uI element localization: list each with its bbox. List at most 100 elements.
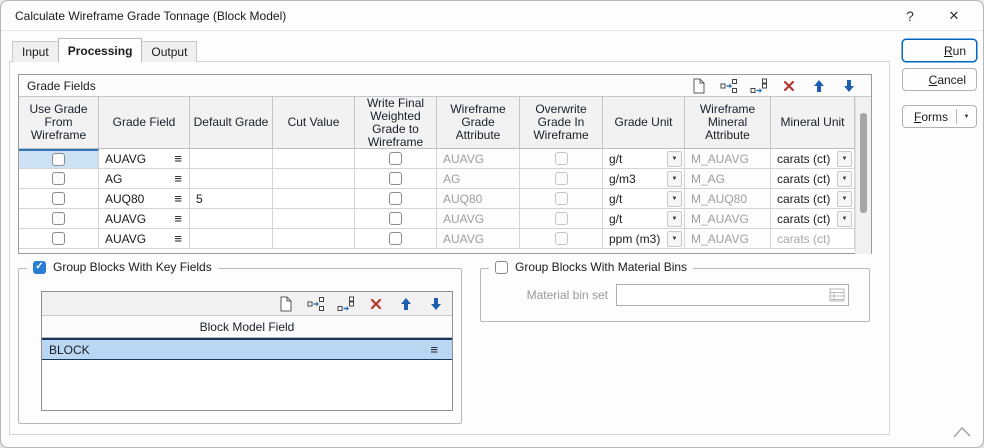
help-icon[interactable]: ? — [895, 5, 925, 27]
move-down-icon[interactable] — [840, 78, 857, 94]
grade-field-cell[interactable]: AUQ80 ≡ — [99, 189, 190, 209]
write-final-checkbox[interactable] — [389, 192, 402, 205]
write-final-weighted-grade-cell[interactable] — [355, 229, 437, 249]
write-final-weighted-grade-cell[interactable] — [355, 169, 437, 189]
dropdown-arrow-icon[interactable]: ▼ — [667, 191, 682, 207]
write-final-checkbox[interactable] — [389, 172, 402, 185]
grade-field-value: AUAVG — [99, 232, 146, 246]
resize-grip-icon[interactable] — [953, 426, 971, 441]
grade-field-cell[interactable]: AUAVG ≡ — [99, 149, 190, 169]
new-row-icon[interactable] — [690, 78, 707, 94]
write-final-checkbox[interactable] — [389, 152, 402, 165]
tab-input[interactable]: Input — [12, 41, 59, 62]
dropdown-arrow-icon[interactable]: ▼ — [837, 191, 852, 207]
group-material-bins-checkbox[interactable] — [495, 261, 508, 274]
dropdown-arrow-icon[interactable]: ▼ — [837, 211, 852, 227]
default-grade-cell[interactable]: 5 — [190, 189, 273, 209]
dropdown-arrow-icon[interactable]: ▼ — [837, 151, 852, 167]
wireframe-grade-attribute-cell: AUQ80 — [437, 189, 520, 209]
field-picker-icon[interactable]: ≡ — [174, 212, 189, 225]
grade-unit-value: g/m3 — [603, 172, 667, 186]
grade-unit-dropdown[interactable]: ppm (m3) ▼ — [603, 229, 685, 249]
default-grade-cell[interactable] — [190, 229, 273, 249]
cut-value-cell[interactable] — [273, 149, 355, 169]
insert-row-before-icon[interactable] — [720, 78, 737, 94]
use-grade-from-wireframe-cell[interactable] — [19, 189, 99, 209]
grade-fields-toolbar — [690, 78, 865, 94]
cut-value-cell[interactable] — [273, 169, 355, 189]
field-picker-icon[interactable]: ≡ — [174, 152, 189, 165]
cut-value-cell[interactable] — [273, 189, 355, 209]
key-field-row[interactable]: BLOCK ≡ — [42, 338, 452, 360]
move-up-icon[interactable] — [397, 296, 414, 312]
forms-split-button[interactable]: Forms ▼ — [902, 105, 977, 128]
write-final-weighted-grade-cell[interactable] — [355, 189, 437, 209]
delete-row-icon[interactable] — [780, 78, 797, 94]
field-picker-icon[interactable]: ≡ — [174, 192, 189, 205]
insert-row-before-icon[interactable] — [307, 296, 324, 312]
grade-unit-value: g/t — [603, 192, 667, 206]
use-grade-from-wireframe-cell[interactable] — [19, 209, 99, 229]
grade-field-cell[interactable]: AG ≡ — [99, 169, 190, 189]
cut-value-cell[interactable] — [273, 229, 355, 249]
default-grade-cell[interactable] — [190, 149, 273, 169]
tab-processing[interactable]: Processing — [58, 38, 143, 62]
run-button[interactable]: Run — [902, 39, 977, 62]
use-grade-from-wireframe-cell[interactable] — [19, 169, 99, 189]
insert-row-after-icon[interactable] — [750, 78, 767, 94]
grade-unit-dropdown[interactable]: g/t ▼ — [603, 209, 685, 229]
forms-dropdown-icon[interactable]: ▼ — [957, 114, 976, 120]
mineral-unit-value: carats (ct) — [771, 152, 837, 166]
mineral-unit-dropdown[interactable]: carats (ct) ▼ — [771, 209, 855, 229]
use-grade-checkbox[interactable] — [52, 212, 65, 225]
insert-row-after-icon[interactable] — [337, 296, 354, 312]
move-up-icon[interactable] — [810, 78, 827, 94]
material-bin-set-input[interactable] — [617, 285, 826, 305]
dropdown-arrow-icon[interactable]: ▼ — [667, 211, 682, 227]
dropdown-arrow-icon[interactable]: ▼ — [837, 171, 852, 187]
grade-table-row: AUQ80 ≡ 5 AUQ80 g/t ▼ M_AUQ80 carats (ct… — [19, 189, 855, 209]
write-final-checkbox[interactable] — [389, 232, 402, 245]
scrollbar-thumb[interactable] — [860, 113, 867, 213]
close-icon[interactable]: ✕ — [939, 5, 969, 27]
default-grade-cell[interactable] — [190, 209, 273, 229]
cancel-button[interactable]: Cancel — [902, 68, 977, 91]
use-grade-checkbox[interactable] — [52, 172, 65, 185]
dropdown-arrow-icon[interactable]: ▼ — [667, 151, 682, 167]
overwrite-grade-checkbox — [555, 232, 568, 245]
write-final-weighted-grade-cell[interactable] — [355, 209, 437, 229]
field-picker-icon[interactable]: ≡ — [174, 232, 189, 245]
move-down-icon[interactable] — [427, 296, 444, 312]
use-grade-checkbox[interactable] — [52, 192, 65, 205]
new-row-icon[interactable] — [277, 296, 294, 312]
use-grade-checkbox[interactable] — [52, 232, 65, 245]
cut-value-cell[interactable] — [273, 209, 355, 229]
use-grade-from-wireframe-cell[interactable] — [19, 229, 99, 249]
mineral-unit-dropdown[interactable]: carats (ct) ▼ — [771, 149, 855, 169]
mineral-unit-dropdown[interactable]: carats (ct) ▼ — [771, 189, 855, 209]
dropdown-arrow-icon[interactable]: ▼ — [667, 231, 682, 247]
bin-set-picker-icon[interactable] — [826, 285, 848, 305]
title-bar[interactable]: Calculate Wireframe Grade Tonnage (Block… — [1, 1, 983, 31]
material-bin-set-field[interactable] — [616, 284, 849, 306]
group-key-fields-checkbox[interactable] — [33, 261, 46, 274]
grade-table-row: AUAVG ≡ AUAVG g/t ▼ M_AUAVG carats (ct) … — [19, 209, 855, 229]
dropdown-arrow-icon[interactable]: ▼ — [667, 171, 682, 187]
grade-unit-dropdown[interactable]: g/t ▼ — [603, 149, 685, 169]
grade-unit-dropdown[interactable]: g/t ▼ — [603, 189, 685, 209]
grade-field-cell[interactable]: AUAVG ≡ — [99, 229, 190, 249]
write-final-checkbox[interactable] — [389, 212, 402, 225]
default-grade-cell[interactable] — [190, 169, 273, 189]
grade-unit-dropdown[interactable]: g/m3 ▼ — [603, 169, 685, 189]
vertical-scrollbar[interactable] — [855, 97, 871, 254]
forms-button-label[interactable]: Forms — [903, 110, 956, 124]
use-grade-from-wireframe-cell[interactable] — [19, 149, 99, 169]
delete-row-icon[interactable] — [367, 296, 384, 312]
mineral-unit-dropdown[interactable]: carats (ct) ▼ — [771, 169, 855, 189]
use-grade-checkbox[interactable] — [52, 153, 65, 166]
grade-field-cell[interactable]: AUAVG ≡ — [99, 209, 190, 229]
tab-output[interactable]: Output — [141, 41, 197, 62]
field-picker-icon[interactable]: ≡ — [174, 172, 189, 185]
field-picker-icon[interactable]: ≡ — [430, 343, 445, 356]
write-final-weighted-grade-cell[interactable] — [355, 149, 437, 169]
